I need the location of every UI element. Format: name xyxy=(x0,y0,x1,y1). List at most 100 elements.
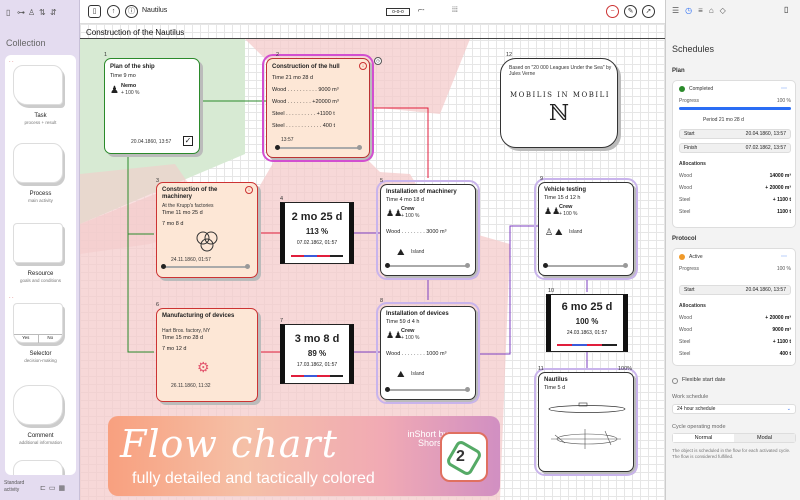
node-number: 2 xyxy=(276,52,280,58)
work-schedule-select[interactable]: 24 hour schedule ⌄ xyxy=(672,404,796,414)
cycle-normal-option[interactable]: Normal xyxy=(673,434,734,442)
node-date: 26.11.1860, 11:32 xyxy=(171,383,211,389)
crew-icon: ♟♟ xyxy=(386,208,403,218)
node-devices[interactable]: Manufacturing of devices Hart Bros. fact… xyxy=(156,308,258,402)
node-date: 13:57 xyxy=(281,137,294,143)
top-toolbar: ▯ ↑ ⓘ Nautilus o-o-o ⌐- ⁞⁞⁞ − ✎ ➚ xyxy=(80,0,665,24)
shape-selector[interactable]: Yes No xyxy=(13,303,63,343)
alloc-value: 9000 m³ xyxy=(772,327,791,333)
crew-percent: + 100 % xyxy=(401,335,420,341)
flip-tool-icon[interactable]: ⇵ xyxy=(50,8,57,18)
standard-activity-label: Standard activity xyxy=(4,480,25,493)
document-icon[interactable]: ▭ xyxy=(49,484,56,492)
shape-comment[interactable] xyxy=(13,385,63,425)
node-time: Time 59 d 4 h xyxy=(386,319,420,325)
progress-track xyxy=(389,389,469,391)
node-install-machinery[interactable]: Installation of machinery Time 4 mo 18 d… xyxy=(376,180,480,280)
more-icon[interactable]: ⋯ xyxy=(781,85,787,92)
protocol-progress-row: Progress 100 % xyxy=(679,266,791,274)
protocol-start-field[interactable]: Start 20.04.1860, 13:57 xyxy=(679,285,791,295)
shape-more[interactable] xyxy=(13,460,63,475)
node-plan[interactable]: Plan of the ship Time 9 mo ♟ Nemo + 100 … xyxy=(104,58,200,154)
checkbox-done[interactable]: ✓ xyxy=(183,136,193,146)
grid-icon[interactable]: ▦ xyxy=(59,484,66,492)
down-arrow-icon[interactable]: ↓ xyxy=(359,62,367,70)
node-title: Construction of the hull xyxy=(272,64,340,70)
person-tool-icon[interactable]: ♙ xyxy=(28,8,35,18)
list-icon[interactable]: ☰ xyxy=(672,6,679,15)
shape-selector-sub: decision-making xyxy=(24,358,57,363)
collapse-icon[interactable]: ⊏ xyxy=(40,484,46,492)
duration-value: 6 mo 25 d xyxy=(561,301,613,313)
task-markers: · · xyxy=(9,59,14,65)
shape-task[interactable] xyxy=(13,65,63,105)
progress-track xyxy=(547,265,627,267)
alloc-name: Steel xyxy=(679,209,691,215)
selector-yes: Yes xyxy=(14,335,39,343)
alloc-row: Wood 9000 m³ xyxy=(679,327,791,335)
plan-start-field[interactable]: Start 20.04.1860, 13:57 xyxy=(679,129,791,139)
alloc-value: 1100 t xyxy=(777,209,791,215)
clock-tab-icon[interactable]: ◷ xyxy=(685,6,692,15)
node-title: Installation of machinery xyxy=(386,189,457,195)
n-monogram-icon: ℕ xyxy=(549,101,570,126)
node-duration: 7 mo 8 d xyxy=(162,221,184,227)
arrows-tool-icon[interactable]: ⇅ xyxy=(39,8,46,18)
node-number: 11 xyxy=(538,366,544,372)
selector-no: No xyxy=(47,335,54,340)
shape-resource[interactable] xyxy=(13,223,63,263)
node-machinery[interactable]: Construction of the machinery ↓ At the K… xyxy=(156,182,258,278)
link-hull-instmach xyxy=(370,107,429,178)
progress-start-dot xyxy=(543,263,548,268)
node-hull[interactable]: Construction of the hull ↓ Time 21 mo 28… xyxy=(262,54,374,162)
flow-canvas[interactable]: Construction of the Nautilus 1 Plan of t… xyxy=(80,24,665,500)
progress-end-dot xyxy=(245,264,250,269)
flexible-radio[interactable] xyxy=(672,378,678,384)
crew-icon: ♟♟ xyxy=(544,206,561,216)
panel-toggle-icon[interactable]: ▯ xyxy=(784,5,788,14)
color-bar xyxy=(291,375,343,377)
tag2-icon[interactable]: ◇ xyxy=(720,6,726,15)
node-duration-1[interactable]: 2 mo 25 d 113 % 07.02.1862, 01:57 xyxy=(280,202,354,264)
node-number: 6 xyxy=(156,302,160,308)
node-install-devices[interactable]: Installation of devices Time 59 d 4 h ♟♟… xyxy=(376,302,480,404)
flow-layout-icon[interactable]: o-o-o xyxy=(386,8,410,16)
share-icon[interactable]: ↑ xyxy=(107,5,120,18)
alloc-row: Wood + 20000 m³ xyxy=(679,315,791,323)
node-place: At the Krupp's factories xyxy=(162,203,214,209)
tag-icon[interactable]: ⌂ xyxy=(709,6,714,15)
info-icon[interactable]: ⓘ xyxy=(125,5,138,18)
cycle-segmented[interactable]: Normal Modal xyxy=(672,433,796,443)
plan-finish-field[interactable]: Finish 07.02.1862, 13:57 xyxy=(679,143,791,153)
progress-track xyxy=(279,147,361,149)
link-tool-icon[interactable]: ⊶ xyxy=(17,8,25,18)
shape-tool-icon[interactable]: ▯ xyxy=(6,8,13,18)
work-schedule-label: Work schedule xyxy=(672,394,709,400)
active-status-icon xyxy=(679,254,685,260)
node-duration-3[interactable]: 6 mo 25 d 100 % 24.03.1863, 01:57 xyxy=(546,294,628,352)
edit-icon[interactable]: ✎ xyxy=(624,5,637,18)
filter-icon[interactable]: ≡ xyxy=(698,6,703,15)
sidebar-toggle-icon[interactable]: ▯ xyxy=(88,5,101,18)
progress-end-dot xyxy=(465,263,470,268)
node-note[interactable]: Based on "20 000 Leagues Under the Sea" … xyxy=(500,58,618,148)
down-arrow-icon[interactable]: ↓ xyxy=(245,186,253,194)
remove-icon[interactable]: − xyxy=(606,5,619,18)
alloc-row: Steel 400 t xyxy=(679,351,791,359)
alloc-name: Wood xyxy=(679,327,692,333)
node-duration-2[interactable]: 3 mo 8 d 89 % 17.03.1862, 01:57 xyxy=(280,324,354,384)
finish-value: 07.02.1862, 13:57 xyxy=(745,145,786,151)
grid-toggle-icon[interactable]: ⁞⁞⁞ xyxy=(452,7,458,14)
node-time: Time 11 mo 25 d xyxy=(162,210,203,216)
more-icon[interactable]: ⋯ xyxy=(781,253,787,260)
plan-progress-row: Progress 100 % xyxy=(679,98,791,106)
node-testing[interactable]: Vehicle testing Time 15 d 12 h ♟♟ Crew +… xyxy=(534,178,638,280)
shape-process[interactable] xyxy=(13,143,63,183)
connector-icon[interactable]: ⌐- xyxy=(418,7,424,14)
navigate-icon[interactable]: ➚ xyxy=(642,5,655,18)
island-label: Island xyxy=(569,229,583,235)
node-nautilus[interactable]: Nautilus Time 5 d xyxy=(534,368,638,476)
cycle-modal-option[interactable]: Modal xyxy=(734,434,795,442)
node-time: Time 15 d 12 h xyxy=(544,195,581,201)
document-title: Nautilus xyxy=(142,7,168,14)
